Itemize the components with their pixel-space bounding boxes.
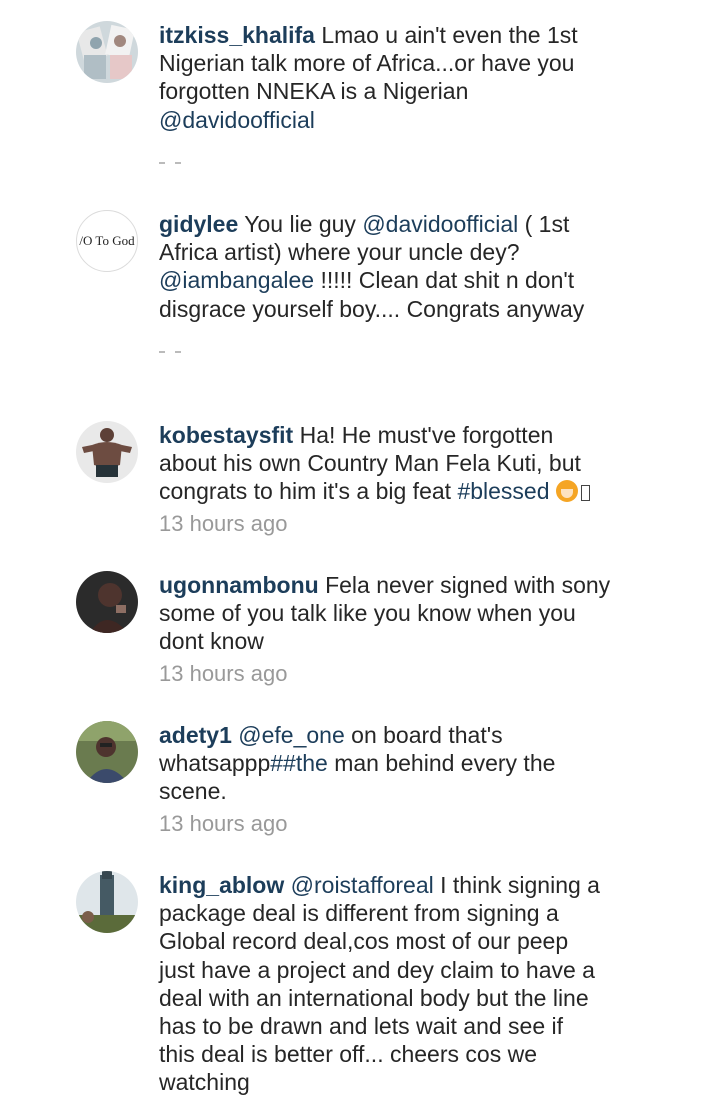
comment-line: whatsappp##the man behind every the [159,749,629,777]
comment-line: gidylee You lie guy @davidoofficial ( 1s… [159,210,629,238]
mention-link[interactable]: @davidoofficial [362,211,518,237]
comment-text: scene. [159,778,227,805]
avatar-text: /O To God [79,233,135,248]
mention-link[interactable]: @efe_one [238,722,345,748]
comment-text: congrats to him it's a big feat [159,478,458,505]
comment-text: this deal is better off... cheers cos we [159,1041,537,1068]
avatar-image [76,421,138,483]
comment-text: Fela never signed with sony [325,572,611,598]
comment-body: adety1 @efe_one on board that's whatsapp… [159,721,629,838]
hashtag-link[interactable]: #blessed [457,478,549,504]
comment-text: disgrace yourself boy.... Congrats anywa… [159,295,585,322]
mention-link[interactable]: @iambangalee [159,267,314,293]
comment-username[interactable]: gidylee [159,211,238,237]
comment-text: dont know [159,628,264,655]
avatar[interactable] [76,571,138,633]
avatar[interactable] [76,21,138,83]
avatar[interactable] [76,421,138,483]
comment-text: deal with an international body but the … [159,984,589,1011]
face-emoji-icon [555,480,578,503]
comment-line: @iambangalee !!!!! Clean dat shit n don'… [159,266,629,294]
comment-text: ( 1st [518,211,570,237]
comment-text: You lie guy [244,211,363,237]
comment-timestamp: 13 hours ago [159,660,288,686]
avatar[interactable] [76,721,138,783]
comment-text: Africa artist) where your uncle dey? [159,239,520,266]
comment-line: adety1 @efe_one on board that's [159,721,629,749]
comment-line: ugonnambonu Fela never signed with sony [159,571,629,599]
avatar-image [76,21,138,83]
comment-body: kobestaysfit Ha! He must've forgotten ab… [159,421,629,538]
comment-username[interactable]: adety1 [159,722,232,748]
avatar[interactable]: /O To God [76,210,138,272]
comment-line: king_ablow @roistafforeal I think signin… [159,871,629,899]
comment-timestamp: 13 hours ago [159,510,288,536]
comment-line: kobestaysfit Ha! He must've forgotten [159,421,629,449]
comment-text: Ha! He must've forgotten [299,422,554,448]
comment-line: itzkiss_khalifa Lmao u ain't even the 1s… [159,21,629,49]
avatar-image [76,721,138,783]
comment-text: has to be drawn and lets wait and see if [159,1013,564,1040]
avatar-image [76,571,138,633]
comment-username[interactable]: ugonnambonu [159,572,319,598]
unknown-glyph-icon [580,485,590,502]
comment-text: whatsappp [159,750,271,777]
avatar[interactable] [76,871,138,933]
comment-text: man behind every the [327,750,556,777]
comment-username[interactable]: itzkiss_khalifa [159,22,315,48]
hashtag-link[interactable]: ##the [270,750,328,776]
comment-text: Lmao u ain't even the 1st [321,22,578,48]
comment-text: about his own Country Man Fela Kuti, but [159,450,581,477]
comment-body: itzkiss_khalifa Lmao u ain't even the 1s… [159,21,629,164]
cut-off-timestamp [159,331,629,353]
comment-text: Global record deal,cos most of our peep [159,928,569,955]
comment-body: ugonnambonu Fela never signed with sony … [159,571,629,688]
comment-timestamp: 13 hours ago [159,810,288,836]
comment-text: watching [159,1069,250,1096]
comment-text: Nigerian talk more of Africa...or have y… [159,50,575,77]
comment-text: some of you talk like you know when you [159,600,576,627]
avatar-image [76,871,138,933]
comment-text: forgotten NNEKA is a Nigerian [159,78,469,105]
comment-username[interactable]: king_ablow [159,872,284,898]
mention-link[interactable]: @roistafforeal [291,872,434,898]
comment-text: !!!!! Clean dat shit n don't [314,267,575,294]
comment-body: king_ablow @roistafforeal I think signin… [159,871,629,1097]
comment-text: on board that's [344,722,503,748]
comment-username[interactable]: kobestaysfit [159,422,293,448]
mention-link[interactable]: @davidoofficial [159,106,629,134]
comment-text: just have a project and dey claim to hav… [159,956,595,983]
comment-text: I think signing a [433,872,600,898]
comment-line: congrats to him it's a big feat #blessed [159,477,629,505]
cut-off-timestamp [159,142,629,164]
comment-body: gidylee You lie guy @davidoofficial ( 1s… [159,210,629,353]
comment-text: package deal is different from signing a [159,900,559,927]
